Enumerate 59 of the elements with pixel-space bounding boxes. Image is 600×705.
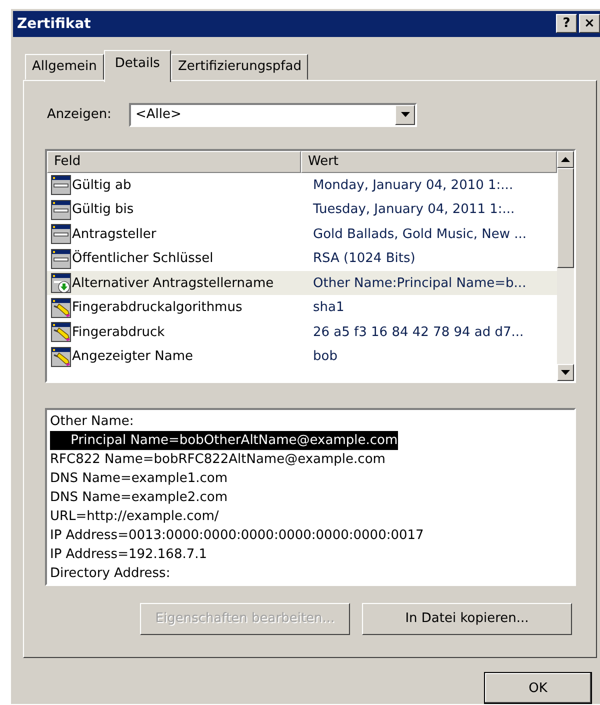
up-arrow-icon bbox=[561, 156, 570, 162]
dropdown-arrow-icon bbox=[400, 112, 410, 118]
field-value: Monday, January 04, 2010 1:... bbox=[312, 178, 514, 193]
field-row[interactable]: Fingerabdruckalgorithmus sha1 bbox=[47, 295, 557, 320]
detail-line: DNS Name=example2.com bbox=[50, 488, 228, 507]
field-name: Antragsteller bbox=[72, 226, 156, 242]
property-icon bbox=[51, 248, 71, 269]
column-header[interactable]: Wert bbox=[301, 150, 557, 173]
field-row[interactable]: Öffentlicher Schlüssel RSA (1024 Bits) bbox=[47, 246, 557, 271]
pencil-icon bbox=[51, 346, 71, 367]
pencil-icon bbox=[51, 298, 71, 318]
field-name: Gültig ab bbox=[72, 178, 132, 193]
scroll-down-button[interactable] bbox=[557, 364, 574, 381]
field-name: Öffentlicher Schlüssel bbox=[72, 251, 214, 266]
tab[interactable]: Allgemein bbox=[25, 54, 104, 80]
detail-line: IP Address=0013:0000:0000:0000:0000:0000:0000:0017 bbox=[50, 526, 424, 545]
field-row[interactable]: Antragsteller Gold Ballads, Gold Music, New ... bbox=[47, 222, 557, 246]
detail-line: URL=http://example.com/ bbox=[50, 508, 219, 526]
copy-to-file-button[interactable]: In Datei kopieren... bbox=[362, 602, 572, 635]
scroll-up-button[interactable] bbox=[557, 150, 574, 168]
detail-line: DNS Name=example1.com bbox=[50, 470, 228, 488]
tab[interactable]: Details bbox=[104, 50, 171, 82]
pencil-icon bbox=[51, 322, 71, 342]
detail-text-box[interactable] bbox=[45, 408, 576, 586]
field-name: Alternativer Antragstellername bbox=[72, 276, 274, 291]
scroll-thumb[interactable] bbox=[557, 168, 574, 268]
ok-button[interactable]: OK bbox=[484, 672, 592, 704]
field-value: sha1 bbox=[312, 300, 346, 316]
property-icon bbox=[51, 175, 71, 196]
field-value: RSA (1024 Bits) bbox=[312, 251, 416, 266]
down-arrow-icon bbox=[561, 370, 570, 375]
field-name: Gültig bis bbox=[72, 202, 134, 218]
field-value: 26 a5 f3 16 84 42 78 94 ad d7... bbox=[312, 324, 525, 340]
field-value: Gold Ballads, Gold Music, New ... bbox=[312, 226, 528, 242]
field-row[interactable]: Gültig bis Tuesday, January 04, 2011 1:... bbox=[47, 197, 557, 222]
window-title: Zertifikat bbox=[17, 16, 91, 32]
field-value: bob bbox=[312, 349, 338, 364]
detail-line: Directory Address: bbox=[50, 564, 170, 583]
field-name: Fingerabdruck bbox=[72, 324, 165, 340]
field-name: Angezeigter Name bbox=[72, 349, 193, 364]
field-value: Other Name:Principal Name=b... bbox=[312, 276, 528, 291]
field-row[interactable]: Gültig ab Monday, January 04, 2010 1:... bbox=[47, 172, 557, 198]
field-row[interactable]: Alternativer Antragstellername Other Name:Principal Name=b... bbox=[47, 270, 557, 296]
show-label: Anzeigen: bbox=[46, 107, 112, 122]
detail-line: RFC822 Name=bobRFC822AltName@example.com bbox=[50, 450, 386, 469]
field-row[interactable]: Fingerabdruck 26 a5 f3 16 84 42 78 94 ad d7... bbox=[47, 320, 557, 344]
field-name: Fingerabdruckalgorithmus bbox=[72, 300, 242, 316]
detail-line: Other Name: bbox=[50, 412, 134, 431]
close-button[interactable]: × bbox=[579, 14, 600, 34]
help-button[interactable]: ? bbox=[556, 14, 577, 34]
show-dropdown[interactable]: <Alle> bbox=[129, 102, 418, 127]
property-icon bbox=[51, 224, 71, 244]
scrollbar[interactable] bbox=[557, 150, 574, 381]
property-icon bbox=[51, 200, 71, 220]
field-row[interactable]: Angezeigter Name bob bbox=[47, 344, 557, 369]
detail-line: IP Address=192.168.7.1 bbox=[50, 546, 208, 564]
column-header[interactable]: Feld bbox=[47, 150, 301, 173]
tab[interactable]: Zertifizierungspfad bbox=[170, 54, 308, 80]
field-value: Tuesday, January 04, 2011 1:... bbox=[312, 202, 516, 218]
